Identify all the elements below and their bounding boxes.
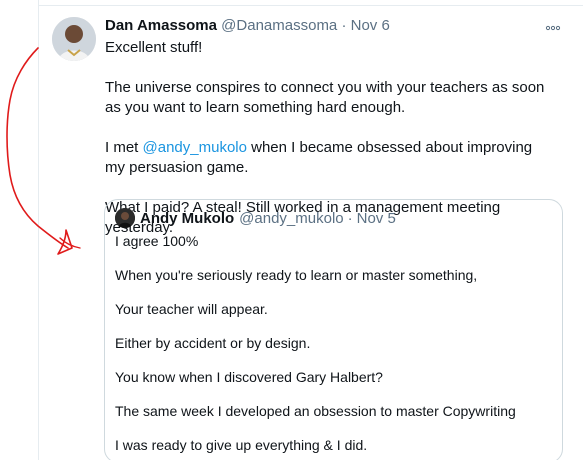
tweet-line: I met @andy_mukolo when I became obsesse… [105, 138, 555, 178]
quote-avatar [115, 208, 135, 228]
quote-line: You know when I discovered Gary Halbert? [115, 369, 383, 385]
quoted-tweet[interactable]: Andy Mukolo @andy_mukolo · Nov 5 I agree… [104, 199, 563, 460]
separator: · [341, 17, 347, 34]
avatar-image [52, 17, 96, 61]
tweet-line: The universe conspires to connect you wi… [105, 79, 545, 116]
quote-author-name: Andy Mukolo [140, 209, 235, 227]
quote-line: I was ready to give up everything & I di… [115, 437, 368, 453]
quote-date: Nov 5 [356, 209, 396, 227]
divider [38, 0, 583, 6]
tweet-line: Excellent stuff! [105, 39, 203, 56]
avatar[interactable] [52, 17, 96, 61]
quote-header: Andy Mukolo @andy_mukolo · Nov 5 [115, 208, 552, 228]
mention-link[interactable]: @andy_mukolo [143, 139, 247, 156]
more-icon-glyph [545, 25, 561, 31]
quote-line: Either by accident or by design. [115, 335, 311, 351]
quote-line: The same week I developed an obsession t… [115, 403, 516, 419]
quote-line: I agree 100% [115, 233, 199, 249]
more-icon[interactable] [545, 18, 561, 34]
quote-avatar-image [115, 208, 135, 228]
author-name[interactable]: Dan Amassoma [105, 17, 217, 34]
quote-text: I agree 100% When you're seriously ready… [115, 233, 552, 454]
quote-author-handle: @andy_mukolo [239, 209, 344, 227]
tweet-date[interactable]: Nov 6 [351, 17, 390, 34]
tweet-header: Dan Amassoma @Danamassoma · Nov 6 [105, 17, 390, 34]
text: I met [105, 139, 143, 156]
separator: · [347, 209, 353, 227]
divider [38, 0, 39, 460]
quote-line: When you're seriously ready to learn or … [115, 267, 478, 283]
quote-line: Your teacher will appear. [115, 301, 268, 317]
author-handle[interactable]: @Danamassoma [221, 17, 337, 34]
